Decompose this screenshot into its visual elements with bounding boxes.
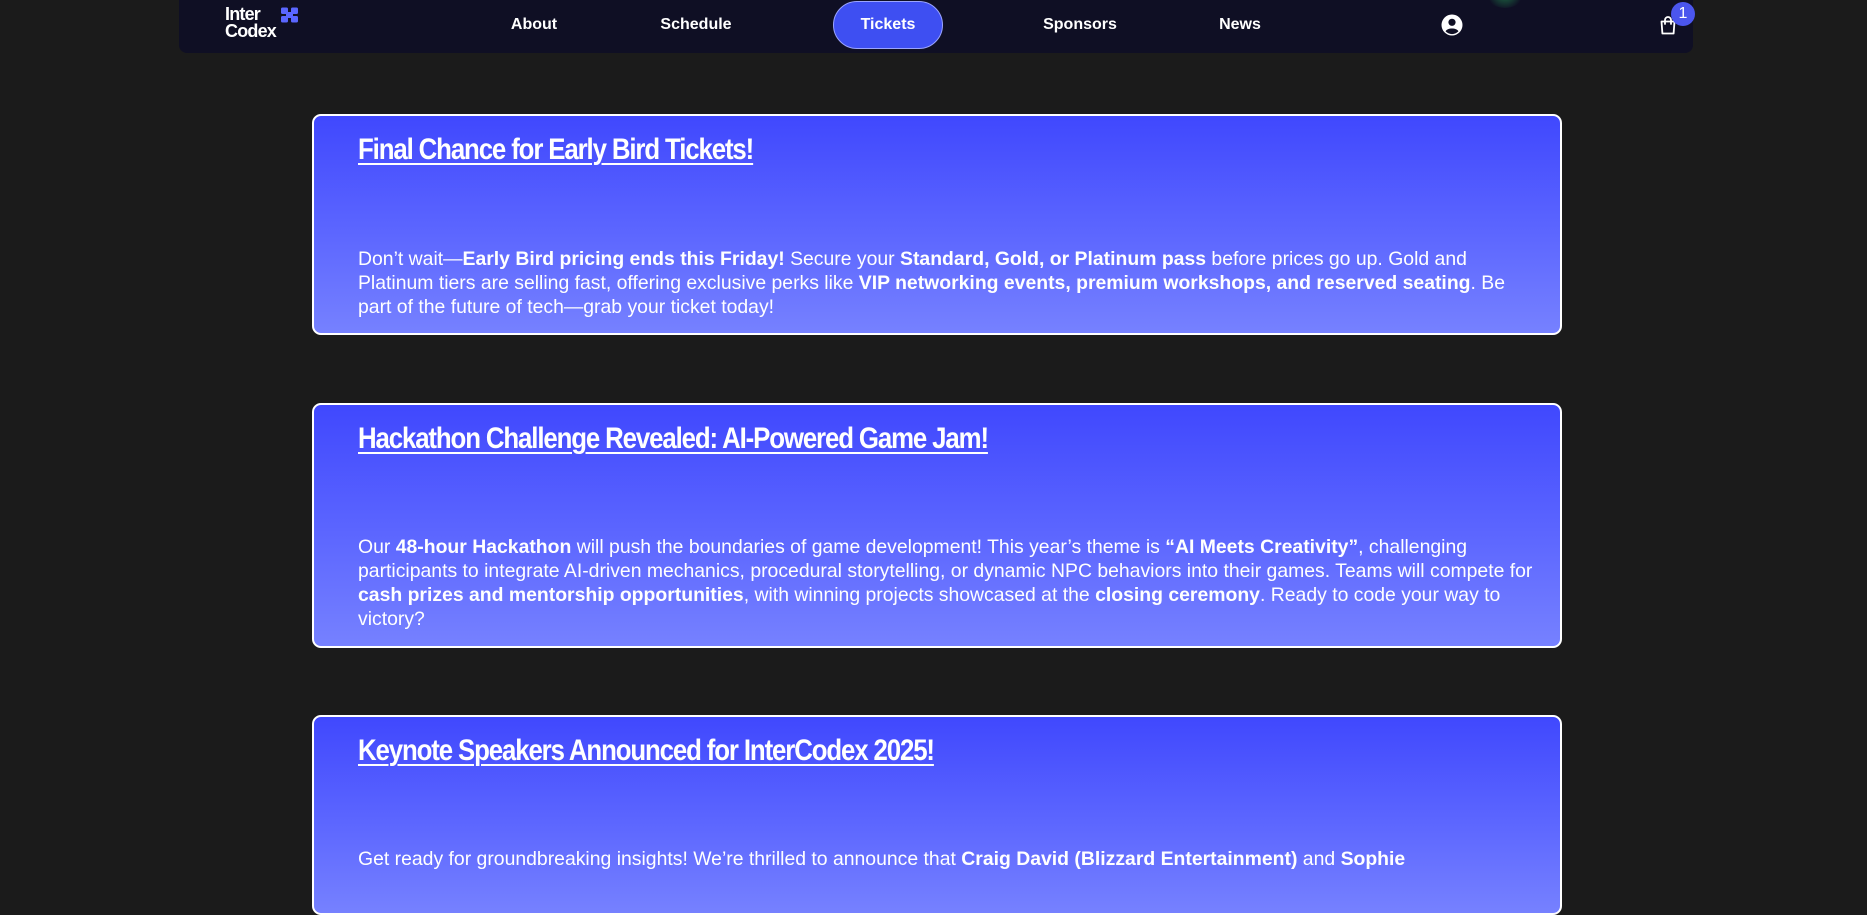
body-text: and: [1297, 848, 1341, 870]
user-circle-icon: [1441, 14, 1463, 36]
news-card-body: Get ready for groundbreaking insights! W…: [358, 847, 1538, 871]
nav-link-sponsors[interactable]: Sponsors: [1036, 0, 1124, 50]
body-text: , with winning projects showcased at the: [743, 584, 1096, 606]
bold-text: “AI Meets Creativity”: [1165, 536, 1359, 558]
nav-link-news[interactable]: News: [1210, 0, 1270, 50]
bold-text: closing ceremony: [1095, 584, 1260, 606]
bold-text: VIP networking events, premium workshops…: [858, 272, 1471, 294]
body-text: Our: [358, 536, 396, 558]
news-card-title[interactable]: Hackathon Challenge Revealed: AI-Powered…: [358, 419, 989, 459]
logo-mark-icon: [281, 7, 298, 23]
body-text: Don’t wait—: [358, 248, 463, 270]
news-card-body: Don’t wait—Early Bird pricing ends this …: [358, 247, 1538, 319]
bold-text: Standard, Gold, or Platinum pass: [900, 248, 1207, 270]
news-card: Keynote Speakers Announced for InterCode…: [312, 715, 1562, 915]
cart-count-badge: 1: [1671, 2, 1695, 26]
bold-text: 48-hour Hackathon: [395, 536, 572, 558]
body-text: Get ready for groundbreaking insights! W…: [358, 848, 962, 870]
news-card-title[interactable]: Final Chance for Early Bird Tickets!: [358, 130, 754, 170]
logo-text: Inter Codex: [225, 5, 277, 41]
intercodex-logo[interactable]: Inter Codex: [225, 5, 305, 42]
nav-link-tickets[interactable]: Tickets: [833, 1, 943, 49]
news-card-body: Our 48-hour Hackathon will push the boun…: [358, 535, 1538, 631]
news-card: Hackathon Challenge Revealed: AI-Powered…: [312, 403, 1562, 648]
news-card: Final Chance for Early Bird Tickets! Don…: [312, 114, 1562, 335]
body-text: Secure your: [784, 248, 901, 270]
news-card-title[interactable]: Keynote Speakers Announced for InterCode…: [358, 731, 935, 771]
logo-text-line2: Codex: [225, 21, 277, 41]
bold-text: Early Bird pricing ends this Friday!: [462, 248, 785, 270]
nav-link-about[interactable]: About: [500, 0, 568, 50]
bold-text: Craig David (Blizzard Entertainment): [961, 848, 1298, 870]
bold-text: cash prizes and mentorship opportunities: [358, 584, 744, 606]
body-text: will push the boundaries of game develop…: [571, 536, 1166, 558]
bold-text: Sophie: [1340, 848, 1406, 870]
account-button[interactable]: [1441, 14, 1463, 36]
nav-link-schedule[interactable]: Schedule: [652, 0, 740, 50]
